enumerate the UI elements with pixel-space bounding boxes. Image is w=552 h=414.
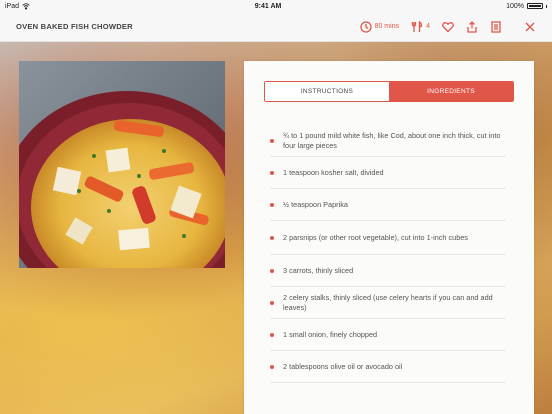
tab-ingredients[interactable]: INGREDIENTS [389,82,513,101]
share-icon[interactable] [466,20,478,33]
ingredient-text: 1 small onion, finely chopped [283,329,378,339]
bullet-icon [270,268,274,273]
chowder-bowl-image [19,61,225,268]
cook-time-label: 80 mins [374,23,400,30]
bullet-icon [270,364,274,369]
cook-time[interactable]: 80 mins [359,20,400,33]
utensils-icon [411,20,423,33]
page-title: OVEN BAKED FISH CHOWDER [16,22,133,31]
close-icon[interactable] [524,21,536,33]
list-item: 3 carrots, thinly sliced [270,255,506,287]
list-item: 2 parsnips (or other root vegetable), cu… [270,221,506,255]
servings[interactable]: 4 [411,20,430,33]
ingredient-text: 3 carrots, thinly sliced [283,265,354,275]
list-item: ¾ to 1 pound mild white fish, like Cod, … [270,125,506,157]
list-item: 1 teaspoon kosher salt, divided [270,157,506,189]
tab-instructions[interactable]: INSTRUCTIONS [265,82,389,101]
bullet-icon [270,300,274,305]
status-bar: iPad 9:41 AM 100% [0,0,552,12]
ingredients-list: ¾ to 1 pound mild white fish, like Cod, … [270,125,506,383]
ingredient-text: 2 tablespoons olive oil or avocado oil [283,361,403,371]
bullet-icon [270,202,274,207]
list-item: 2 tablespoons olive oil or avocado oil [270,351,506,383]
battery-icon [526,3,543,9]
servings-label: 4 [426,23,430,30]
ingredient-text: 1 teaspoon kosher salt, divided [283,167,384,177]
device-name: iPad [5,2,20,10]
ingredient-text: 2 celery stalks, thinly sliced (use cele… [283,292,493,312]
ingredient-text: ¾ to 1 pound mild white fish, like Cod, … [283,130,501,150]
status-time: 9:41 AM [254,2,282,10]
recipe-detail-card: INSTRUCTIONS INGREDIENTS ¾ to 1 pound mi… [244,61,534,414]
bullet-icon [270,235,274,240]
battery-tip [545,4,547,8]
recipe-header: OVEN BAKED FISH CHOWDER 80 mins 4 [0,12,552,42]
bullet-icon [270,332,274,337]
wifi-icon [22,2,30,10]
heart-icon[interactable] [442,21,454,33]
list-item: 1 small onion, finely chopped [270,319,506,351]
bullet-icon [270,138,274,143]
recipe-photo [19,61,225,268]
tab-bar: INSTRUCTIONS INGREDIENTS [264,81,514,102]
clock-icon [359,20,372,33]
header-actions: 80 mins 4 [359,20,536,33]
list-item: 2 celery stalks, thinly sliced (use cele… [270,287,506,319]
bullet-icon [270,170,274,175]
battery-percent: 100% [506,2,524,10]
list-item: ½ teaspoon Paprika [270,189,506,221]
notes-icon[interactable] [490,20,502,33]
ingredient-text: 2 parsnips (or other root vegetable), cu… [283,232,468,242]
ingredient-text: ½ teaspoon Paprika [283,199,348,209]
